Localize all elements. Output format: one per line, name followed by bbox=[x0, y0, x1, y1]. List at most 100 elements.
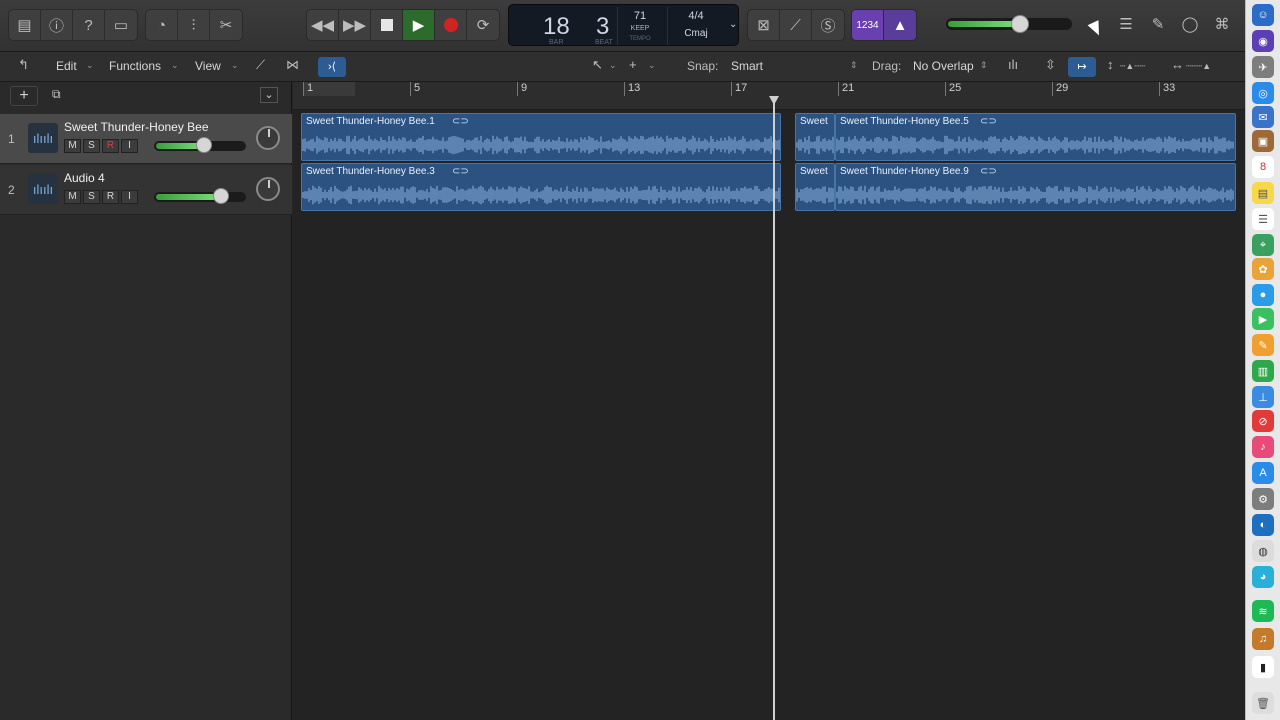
audio-region[interactable]: Sweet bbox=[795, 113, 835, 161]
spotify-icon[interactable]: ≋ bbox=[1252, 600, 1274, 622]
waveform-zoom-icon[interactable]: ılı bbox=[1008, 57, 1018, 72]
horizontal-fit-icon[interactable]: ↦ bbox=[1068, 57, 1096, 77]
time-signature[interactable]: 4/4 bbox=[679, 10, 713, 22]
solo-button[interactable]: S bbox=[83, 139, 100, 153]
app-store-icon[interactable]: A bbox=[1252, 462, 1274, 484]
facetime-icon[interactable]: ▶ bbox=[1252, 308, 1274, 330]
system-preferences-icon[interactable]: ⚙ bbox=[1252, 488, 1274, 510]
pointer-tool-icon[interactable]: ↖ bbox=[592, 57, 603, 73]
playhead[interactable] bbox=[773, 100, 775, 720]
horizontal-zoom-slider[interactable]: ┄┄┄▲ bbox=[1186, 61, 1211, 72]
count-in-button[interactable]: 1234 bbox=[852, 10, 884, 40]
mail-icon[interactable]: ✉ bbox=[1252, 106, 1274, 128]
metronome-icon[interactable]: ▲ bbox=[884, 10, 916, 40]
contacts-icon[interactable]: ▣ bbox=[1252, 130, 1274, 152]
lcd-display[interactable]: 18 3 BAR BEAT 71 KEEP TEMPO 4/4 Cmaj ⌄ bbox=[508, 4, 739, 46]
note-pad-icon[interactable]: ✎ bbox=[1142, 9, 1174, 39]
input-monitor-button[interactable]: I bbox=[121, 139, 138, 153]
record-enable-button[interactable]: R bbox=[102, 190, 119, 204]
record-icon[interactable] bbox=[435, 10, 467, 40]
functions-menu[interactable]: Functions bbox=[109, 59, 161, 73]
volume-knob[interactable] bbox=[196, 137, 212, 153]
mute-button[interactable]: M bbox=[64, 190, 81, 204]
pages-icon[interactable]: ✎ bbox=[1252, 334, 1274, 356]
editors-icon[interactable]: ✂ bbox=[210, 10, 242, 40]
track-row-2[interactable]: 2 ılıılı Audio 4 M S R I bbox=[0, 165, 292, 215]
toolbar-toggle-icon[interactable]: ▭ bbox=[105, 10, 137, 40]
globe-icon[interactable]: ◕ bbox=[1252, 566, 1274, 588]
quick-help-icon[interactable]: ? bbox=[73, 10, 105, 40]
audio-region[interactable]: Sweet Thunder-Honey Bee.1 ⊂⊃ bbox=[301, 113, 781, 161]
messages-icon[interactable]: ● bbox=[1252, 284, 1274, 306]
global-tracks-icon[interactable]: ⌄ bbox=[260, 87, 278, 103]
pan-knob[interactable] bbox=[256, 126, 280, 150]
rewind-icon[interactable]: ◀◀ bbox=[307, 10, 339, 40]
tempo-value[interactable]: 71 bbox=[625, 10, 655, 22]
launchpad-icon[interactable]: ✈ bbox=[1252, 56, 1274, 78]
loop-browser-icon[interactable]: ◯ bbox=[1174, 9, 1206, 39]
piano-icon[interactable]: ▮ bbox=[1252, 656, 1274, 678]
duplicate-track-icon[interactable]: ⧉ bbox=[52, 87, 61, 102]
logic-pro-icon[interactable]: ◍ bbox=[1252, 540, 1274, 562]
mute-button[interactable]: M bbox=[64, 139, 81, 153]
notes-icon[interactable]: ▤ bbox=[1252, 182, 1274, 204]
vertical-zoom-slider[interactable]: ┄▲┄┄ bbox=[1120, 61, 1145, 72]
tracks-area[interactable]: 1 5 9 13 17 21 25 29 33 Sweet Thunder-Ho… bbox=[293, 82, 1245, 720]
volume-knob[interactable] bbox=[213, 188, 229, 204]
audio-region[interactable]: Sweet bbox=[795, 163, 835, 211]
back-arrow-icon[interactable]: ↰ bbox=[18, 57, 29, 73]
safari-icon[interactable]: ◎ bbox=[1252, 82, 1274, 104]
list-editors-icon[interactable]: ☰ bbox=[1110, 9, 1142, 39]
flex-icon[interactable]: ⋈ bbox=[286, 57, 299, 73]
track-name[interactable]: Sweet Thunder-Honey Bee bbox=[64, 120, 209, 134]
track-name[interactable]: Audio 4 bbox=[64, 171, 105, 185]
solo-mode-icon[interactable]: Ⓢ bbox=[812, 10, 844, 40]
drag-select[interactable]: No Overlap bbox=[913, 59, 974, 73]
mixer-icon[interactable]: ⫶ bbox=[178, 10, 210, 40]
smart-controls-icon[interactable]: ◔ bbox=[146, 10, 178, 40]
inspector-icon[interactable]: ⓘ bbox=[41, 10, 73, 40]
maps-icon[interactable]: ⌖ bbox=[1252, 234, 1274, 256]
finder-icon[interactable]: ☺ bbox=[1252, 4, 1274, 26]
numbers-icon[interactable]: ▥ bbox=[1252, 360, 1274, 382]
track-row-1[interactable]: 1 ılıılı Sweet Thunder-Honey Bee M S R I bbox=[0, 114, 292, 164]
replace-icon[interactable]: ⊠ bbox=[748, 10, 780, 40]
reminders-icon[interactable]: ☰ bbox=[1252, 208, 1274, 230]
edit-menu[interactable]: Edit bbox=[56, 59, 77, 73]
volume-fader[interactable] bbox=[154, 188, 246, 204]
cycle-icon[interactable]: ⟳ bbox=[467, 10, 499, 40]
horizontal-zoom-icon[interactable]: ↔ bbox=[1171, 57, 1184, 72]
record-enable-button[interactable]: R bbox=[102, 139, 119, 153]
stop-icon[interactable] bbox=[371, 10, 403, 40]
secondary-tool-icon[interactable]: + bbox=[629, 57, 637, 72]
audio-region[interactable]: Sweet Thunder-Honey Bee.5 ⊂⊃ bbox=[835, 113, 1236, 161]
solo-button[interactable]: S bbox=[83, 190, 100, 204]
input-monitor-button[interactable]: I bbox=[121, 190, 138, 204]
calendar-icon[interactable]: 8 bbox=[1252, 156, 1274, 178]
fast-forward-icon[interactable]: ▶▶ bbox=[339, 10, 371, 40]
keynote-icon[interactable]: ⊥ bbox=[1252, 386, 1274, 408]
library-icon[interactable]: ▤ bbox=[9, 10, 41, 40]
snap-select[interactable]: Smart bbox=[731, 59, 763, 73]
key-signature[interactable]: Cmaj bbox=[679, 28, 713, 39]
volume-fader[interactable] bbox=[154, 137, 246, 153]
browsers-icon[interactable]: ⌘ bbox=[1206, 9, 1238, 39]
siri-icon[interactable]: ◉ bbox=[1252, 30, 1274, 52]
master-volume-knob[interactable] bbox=[1011, 15, 1029, 33]
audio-region[interactable]: Sweet Thunder-Honey Bee.3 ⊂⊃ bbox=[301, 163, 781, 211]
vertical-fit-icon[interactable]: ⇳ bbox=[1045, 57, 1056, 73]
automation-icon[interactable]: ⟋ bbox=[256, 57, 265, 73]
pan-knob[interactable] bbox=[256, 177, 280, 201]
photos-icon[interactable]: ✿ bbox=[1252, 258, 1274, 280]
master-volume-slider[interactable] bbox=[946, 15, 1072, 33]
play-icon[interactable]: ▶ bbox=[403, 10, 435, 40]
lcd-menu-chevron-icon[interactable]: ⌄ bbox=[729, 19, 737, 30]
add-track-button[interactable]: + bbox=[10, 86, 38, 106]
trash-icon[interactable]: 🗑 bbox=[1252, 692, 1274, 714]
vertical-zoom-icon[interactable]: ↕ bbox=[1107, 57, 1114, 72]
audio-region[interactable]: Sweet Thunder-Honey Bee.9 ⊂⊃ bbox=[835, 163, 1236, 211]
edge-icon[interactable]: ◐ bbox=[1252, 514, 1274, 536]
garageband-icon[interactable]: ♫ bbox=[1252, 628, 1274, 650]
news-icon[interactable]: ⊘ bbox=[1252, 410, 1274, 432]
music-icon[interactable]: ♪ bbox=[1252, 436, 1274, 458]
